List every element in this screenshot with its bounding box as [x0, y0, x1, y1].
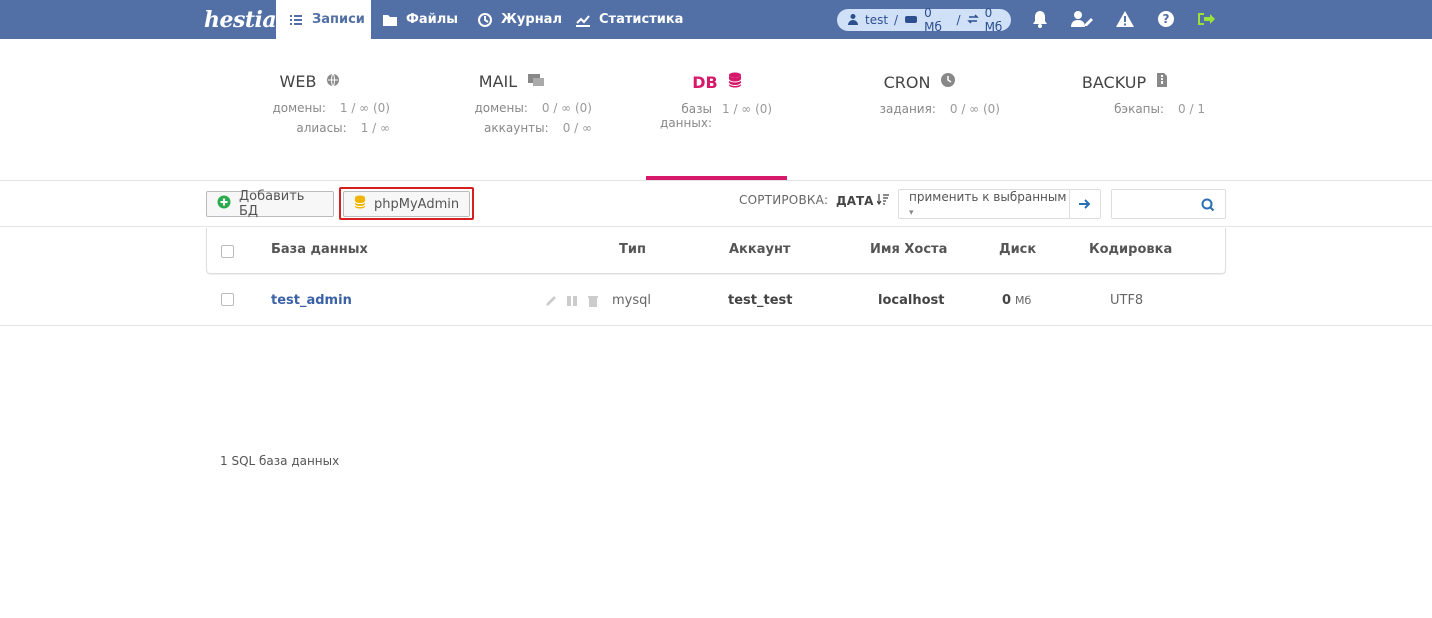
tile-title-db: DB: [692, 72, 718, 92]
db-type: mysql: [612, 293, 651, 308]
help-icon[interactable]: ?: [1156, 9, 1176, 29]
bulk-action-label: применить к выбранным ▾: [909, 190, 1067, 218]
disk-icon: [904, 13, 918, 27]
add-db-label: Добавить БД: [239, 189, 305, 219]
globe-icon: [326, 72, 340, 91]
mail-accounts-value: 0 / ∞: [562, 121, 592, 135]
apply-arrow-button[interactable]: [1069, 190, 1100, 218]
sort-toggle[interactable]: ДАТА: [836, 193, 890, 208]
tile-backup[interactable]: BACKUP бэкапы: 0 / 1: [1045, 72, 1205, 117]
records-count: 1 SQL база данных: [220, 454, 340, 468]
bandwidth-usage: 0 Мб: [984, 6, 1003, 34]
file-archive-icon: [1156, 72, 1168, 92]
web-domains-label: домены:: [272, 101, 326, 115]
cron-jobs-label: задания:: [879, 102, 936, 116]
pause-icon[interactable]: [565, 293, 579, 312]
add-db-button[interactable]: Добавить БД: [206, 189, 334, 219]
tile-title-mail: MAIL: [478, 72, 518, 91]
tile-mail[interactable]: MAIL домены: 0 / ∞ (0) аккаунты: 0 / ∞: [432, 72, 592, 135]
user-usage-pill[interactable]: test / 0 Мб / 0 Мб: [837, 6, 1011, 34]
arrow-right-icon: [1079, 199, 1091, 209]
clock-icon: [940, 72, 956, 92]
cron-jobs-value: 0 / ∞ (0): [949, 102, 1000, 116]
table-header: База данных Тип Аккаунт Имя Хоста Диск К…: [206, 228, 1226, 274]
nav-records[interactable]: Записи: [276, 0, 371, 39]
separator: /: [894, 13, 899, 27]
search-icon[interactable]: [1201, 197, 1215, 212]
col-disk[interactable]: Диск: [999, 242, 1036, 257]
disk-usage: 0 Мб: [924, 6, 942, 34]
tile-db[interactable]: DB базы данных: 1 / ∞ (0): [637, 72, 797, 130]
db-name-link[interactable]: test_admin: [271, 293, 352, 308]
web-aliases-label: алиасы:: [296, 121, 347, 135]
db-disk-value: 0: [1002, 293, 1012, 308]
user-edit-icon[interactable]: [1070, 9, 1094, 29]
hestia-logo[interactable]: hestia: [204, 4, 277, 36]
nav-label-log: Журнал: [501, 12, 562, 27]
row-checkbox[interactable]: [221, 293, 234, 306]
chart-line-icon: [575, 12, 591, 28]
web-aliases-value: 1 / ∞: [360, 121, 390, 135]
db-count-value: 1 / ∞ (0): [722, 102, 773, 116]
col-host[interactable]: Имя Хоста: [870, 242, 947, 257]
nav-label-stats: Статистика: [599, 12, 684, 27]
backup-count-value: 0 / 1: [1178, 102, 1205, 116]
caret-down-icon: ▾: [909, 208, 914, 218]
backup-count-label: бэкапы:: [1114, 102, 1165, 116]
col-database[interactable]: База данных: [271, 242, 368, 257]
db-disk-unit: Мб: [1015, 294, 1032, 307]
nav-stats[interactable]: Статистика: [575, 0, 683, 39]
select-all-checkbox[interactable]: [221, 245, 234, 258]
nav-log[interactable]: Журнал: [477, 0, 562, 39]
db-account: test_test: [728, 293, 793, 308]
db-count-label: базы данных:: [660, 102, 712, 130]
user-icon: [847, 13, 859, 28]
svg-text:?: ?: [1163, 12, 1170, 26]
table-row: test_admin mysql test_test localhost 0 М…: [0, 275, 1432, 326]
mail-domains-label: домены:: [474, 101, 528, 115]
bulk-action-select[interactable]: применить к выбранным ▾: [898, 189, 1101, 219]
plus-circle-icon: [217, 195, 231, 213]
warning-icon[interactable]: [1115, 9, 1135, 29]
tile-web[interactable]: WEB домены: 1 / ∞ (0) алиасы: 1 / ∞: [230, 72, 390, 135]
db-host: localhost: [878, 293, 945, 308]
trash-icon[interactable]: [586, 293, 600, 312]
mail-domains-value: 0 / ∞ (0): [541, 101, 592, 115]
divider: [0, 180, 1432, 181]
sort-desc-icon: [876, 193, 890, 208]
tile-title-web: WEB: [279, 72, 317, 91]
separator: /: [956, 13, 961, 27]
db-encoding: UTF8: [1110, 293, 1144, 308]
search-input[interactable]: [1111, 189, 1226, 219]
mail-accounts-label: аккаунты:: [484, 121, 549, 135]
col-encoding[interactable]: Кодировка: [1089, 242, 1172, 257]
tile-title-cron: CRON: [883, 72, 931, 92]
top-navbar: hestia Записи Файлы Журнал Статистика te…: [0, 0, 1432, 39]
nav-label-files: Файлы: [406, 12, 459, 27]
tile-title-backup: BACKUP: [1081, 72, 1147, 92]
web-domains-value: 1 / ∞ (0): [339, 101, 390, 115]
highlight-box: [339, 187, 474, 220]
db-disk: 0 Мб: [1002, 293, 1031, 308]
edit-pencil-icon[interactable]: [544, 293, 558, 312]
sort-label: СОРТИРОВКА:: [739, 193, 829, 207]
username: test: [865, 13, 889, 27]
notifications-bell-icon[interactable]: [1030, 9, 1050, 29]
logout-icon[interactable]: [1196, 9, 1216, 29]
col-type[interactable]: Тип: [619, 242, 646, 257]
summary-stats: WEB домены: 1 / ∞ (0) алиасы: 1 / ∞ MAIL д…: [0, 58, 1432, 182]
row-actions: [544, 293, 600, 312]
database-icon: [728, 72, 742, 92]
mail-icon: [527, 72, 545, 91]
nav-files[interactable]: Файлы: [382, 0, 458, 39]
sort-value: ДАТА: [836, 193, 874, 208]
list-icon: [288, 12, 304, 28]
folder-icon: [382, 12, 398, 28]
nav-label-records: Записи: [312, 12, 365, 27]
tile-cron[interactable]: CRON задания: 0 / ∞ (0): [840, 72, 1000, 117]
transfer-icon: [966, 13, 979, 28]
col-account[interactable]: Аккаунт: [729, 242, 790, 257]
history-icon: [477, 12, 493, 28]
